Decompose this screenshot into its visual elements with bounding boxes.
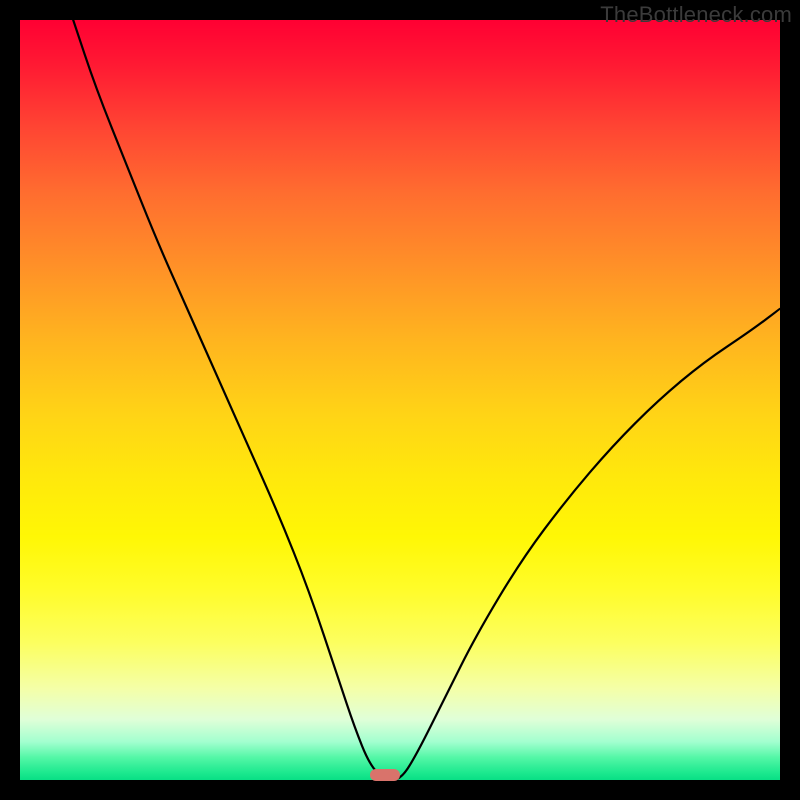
chart-frame: TheBottleneck.com bbox=[0, 0, 800, 800]
bottleneck-curve bbox=[20, 20, 780, 780]
optimal-marker bbox=[370, 769, 400, 781]
plot-area bbox=[20, 20, 780, 780]
watermark-text: TheBottleneck.com bbox=[600, 2, 792, 28]
curve-path bbox=[73, 20, 780, 780]
